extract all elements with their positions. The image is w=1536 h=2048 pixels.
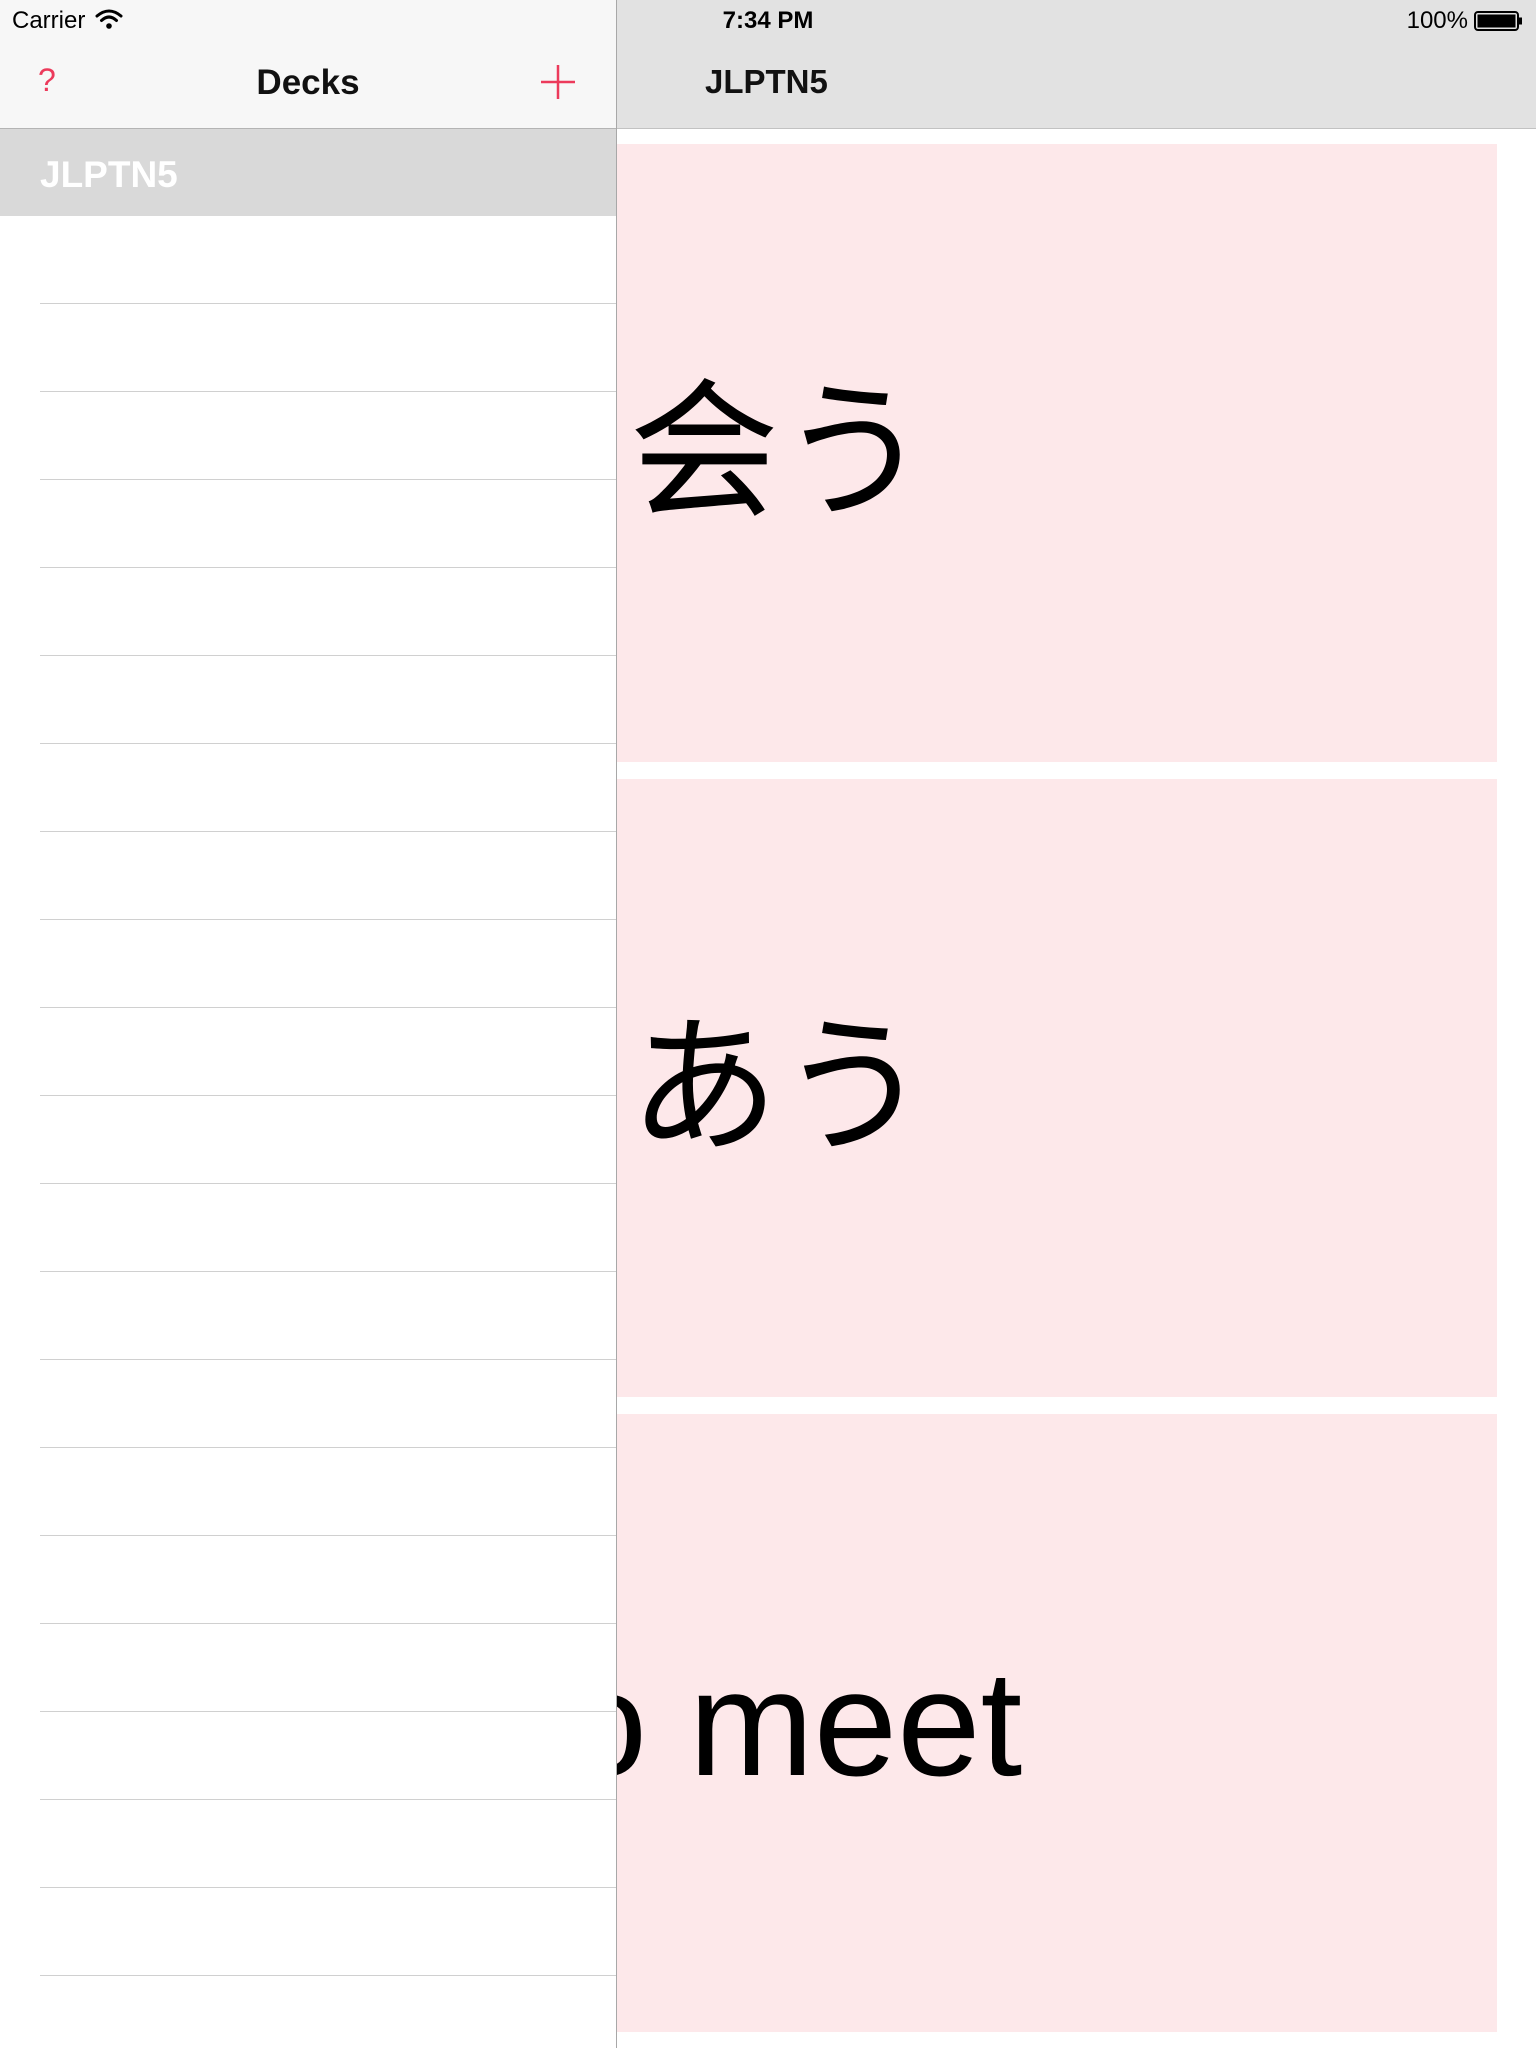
empty-table-row (0, 1888, 616, 1976)
card-list[interactable]: 会う あう to meet (617, 144, 1497, 2048)
empty-table-row (0, 1976, 616, 2048)
empty-table-row (0, 568, 616, 656)
empty-table-row (0, 832, 616, 920)
empty-table-row (0, 656, 616, 744)
empty-table-row (0, 1096, 616, 1184)
empty-table-row (0, 1184, 616, 1272)
master-title: Decks (256, 63, 360, 102)
empty-table-row (0, 1360, 616, 1448)
empty-table-row (0, 1624, 616, 1712)
empty-table-row (0, 1272, 616, 1360)
empty-table-row (0, 1712, 616, 1800)
card-reading-text: あう (629, 1001, 930, 1175)
empty-table-row (0, 1536, 616, 1624)
card-kanji[interactable]: 会う (617, 144, 1497, 762)
add-deck-button[interactable] (538, 62, 578, 102)
empty-table-row (0, 1800, 616, 1888)
empty-table-row (0, 744, 616, 832)
clock: 7:34 PM (722, 7, 814, 34)
decks-master-panel: ? Decks JLPTN5 (0, 0, 617, 2048)
empty-table-row (0, 392, 616, 480)
battery-percentage: 100% (1406, 7, 1468, 34)
empty-table-row (0, 304, 616, 392)
empty-table-row (0, 480, 616, 568)
empty-table-row (0, 1448, 616, 1536)
empty-table-row (0, 1008, 616, 1096)
empty-rows (0, 216, 616, 2048)
card-meaning[interactable]: to meet (617, 1414, 1497, 2032)
plus-icon (541, 65, 575, 99)
status-bar: Carrier 7:34 PM 100% (0, 0, 1536, 40)
card-kanji-text: 会う (629, 366, 930, 540)
card-reading[interactable]: あう (617, 779, 1497, 1397)
deck-list[interactable]: JLPTN5 (0, 129, 616, 2048)
app-screen: JLPTN5 会う あう to meet ? Decks (0, 0, 1536, 2048)
empty-table-row (0, 920, 616, 1008)
detail-title: JLPTN5 (705, 63, 828, 100)
empty-table-row (0, 216, 616, 304)
battery-icon (1474, 11, 1522, 31)
deck-row-label: JLPTN5 (40, 154, 178, 195)
card-detail-panel: JLPTN5 会う あう to meet (617, 0, 1536, 2048)
card-meaning-text: to meet (617, 1639, 1023, 1807)
deck-row-jlptn5[interactable]: JLPTN5 (0, 129, 616, 216)
